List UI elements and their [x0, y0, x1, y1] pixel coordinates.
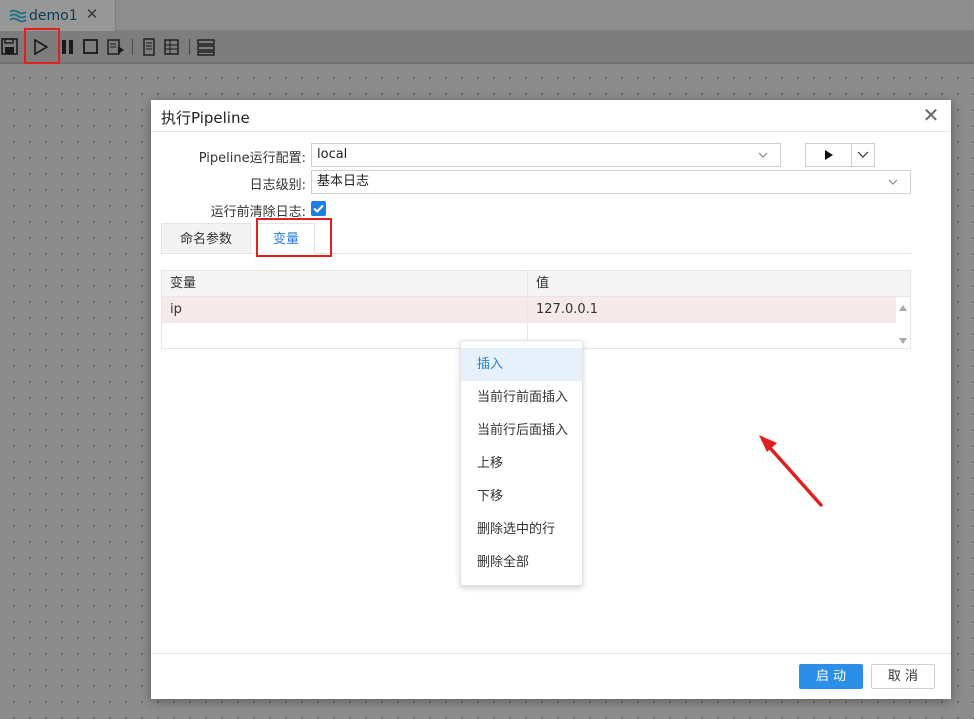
- run-config-action-button[interactable]: [805, 143, 875, 167]
- annotation-arrow-icon: [759, 435, 823, 507]
- clear-log-checkbox[interactable]: [311, 201, 326, 216]
- table-row[interactable]: ip 127.0.0.1: [162, 297, 896, 323]
- column-header-value[interactable]: 值: [528, 271, 910, 297]
- menu-item-move-up[interactable]: 上移: [461, 447, 582, 480]
- stop-button[interactable]: [81, 37, 101, 57]
- layout-icon: [197, 39, 215, 56]
- scroll-down-icon[interactable]: [899, 338, 907, 344]
- menu-item-delete-all[interactable]: 删除全部: [461, 546, 582, 579]
- editor-tab-bar: demo1 ✕: [0, 0, 974, 31]
- save-button[interactable]: [0, 37, 20, 57]
- check-icon: [313, 204, 324, 213]
- chevron-down-icon: [888, 179, 898, 185]
- pipeline-icon: [9, 9, 27, 22]
- pause-button[interactable]: [58, 37, 78, 57]
- variables-tab-highlight: [256, 218, 332, 257]
- dialog-close-icon[interactable]: ✕: [921, 104, 941, 126]
- save-icon: [1, 38, 18, 55]
- run-pipeline-dialog: 执行Pipeline ✕ Pipeline运行配置: local 日志级别: 基…: [151, 100, 951, 699]
- debug-button[interactable]: [139, 37, 159, 57]
- start-button[interactable]: 启 动: [799, 664, 863, 689]
- chevron-down-icon[interactable]: [857, 151, 869, 159]
- log-level-value: 基本日志: [317, 174, 370, 189]
- dialog-title: 执行Pipeline: [161, 109, 250, 127]
- dialog-footer-divider: [151, 653, 951, 654]
- context-menu: 插入 当前行前面插入 当前行后面插入 上移 下移 删除选中的行 删除全部: [460, 340, 583, 586]
- split-divider: [851, 144, 852, 166]
- run-config-value: local: [317, 147, 348, 162]
- log-level-label: 日志级别:: [249, 178, 306, 193]
- variable-value-cell[interactable]: 127.0.0.1: [528, 297, 896, 323]
- log-level-select[interactable]: 基本日志: [311, 170, 911, 194]
- toolbar-separator: [189, 39, 190, 55]
- database-icon: [164, 39, 179, 55]
- column-header-variable[interactable]: 变量: [162, 271, 527, 297]
- table-header: 变量 值: [162, 271, 910, 297]
- variable-name-cell[interactable]: ip: [162, 297, 527, 323]
- cancel-button[interactable]: 取 消: [871, 664, 935, 689]
- run-config-select[interactable]: local: [311, 143, 781, 167]
- run-button-highlight: [24, 28, 60, 64]
- run-config-label: Pipeline运行配置:: [198, 151, 306, 166]
- dialog-header-divider: [151, 131, 951, 132]
- preview-icon: [107, 39, 124, 55]
- menu-item-insert[interactable]: 插入: [461, 348, 582, 381]
- menu-item-move-down[interactable]: 下移: [461, 480, 582, 513]
- pause-icon: [62, 40, 73, 54]
- chevron-down-icon: [758, 152, 768, 158]
- toolbar-separator: [132, 39, 133, 55]
- menu-item-delete-selected[interactable]: 删除选中的行: [461, 513, 582, 546]
- tab-named-parameters[interactable]: 命名参数: [161, 223, 251, 254]
- tab-label: demo1: [29, 7, 78, 24]
- column-divider: [527, 271, 528, 348]
- impact-button[interactable]: [162, 37, 182, 57]
- menu-item-insert-after[interactable]: 当前行后面插入: [461, 414, 582, 447]
- menu-item-insert-before[interactable]: 当前行前面插入: [461, 381, 582, 414]
- play-icon: [825, 150, 833, 160]
- pipeline-toolbar: [0, 31, 974, 64]
- stop-icon: [83, 39, 98, 54]
- document-icon: [143, 38, 155, 56]
- layout-button[interactable]: [196, 37, 216, 57]
- variables-table: 变量 值 ip 127.0.0.1: [161, 270, 911, 349]
- tab-demo1[interactable]: demo1 ✕: [0, 0, 116, 31]
- tab-close-icon[interactable]: ✕: [84, 5, 100, 23]
- preview-button[interactable]: [106, 37, 126, 57]
- scroll-up-icon[interactable]: [899, 305, 907, 311]
